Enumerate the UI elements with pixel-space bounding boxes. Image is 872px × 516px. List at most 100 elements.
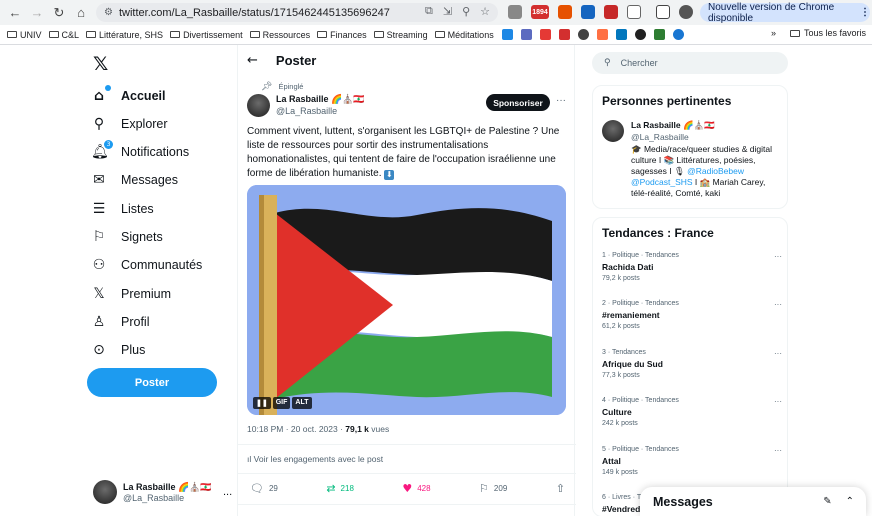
forward-arrow-icon[interactable]: → <box>26 2 48 24</box>
author-handle[interactable]: @La_Rasbaille <box>276 106 337 116</box>
nav-item-bookmarks[interactable]: ⚐ Signets <box>91 229 163 245</box>
share-button[interactable]: ⇧ <box>556 482 565 495</box>
more-dots-icon[interactable]: ··· <box>774 397 782 406</box>
avatar[interactable] <box>247 94 270 117</box>
more-dots-icon[interactable]: ··· <box>556 95 566 106</box>
bookmark-folder[interactable]: Streaming <box>373 30 428 40</box>
puzzle-icon[interactable] <box>627 5 641 19</box>
profile-avatar-icon[interactable] <box>679 5 693 19</box>
all-bookmarks-button[interactable]: Tous les favoris <box>804 28 866 38</box>
gif-badge: GIF <box>272 397 291 409</box>
open-in-window-icon[interactable]: ⧉ <box>425 5 433 18</box>
bookmark-folder[interactable]: UNIV <box>7 30 42 40</box>
account-switcher[interactable]: La Rasbaille 🌈⛪🇱🇧 @La_Rasbaille ... <box>93 480 232 504</box>
bookmark-favicon-icon[interactable] <box>653 29 665 40</box>
bookmark-favicon-icon[interactable] <box>577 29 589 40</box>
tweet-media-gif[interactable]: ❚❚ GIF ALT <box>247 185 566 415</box>
bookmark-folder[interactable]: Finances <box>317 30 367 40</box>
address-bar[interactable]: ⚙ twitter.com/La_Rasbaille/status/171546… <box>96 3 498 22</box>
person-handle[interactable]: @La_Rasbaille <box>631 132 689 142</box>
bookmark-favicon-icon[interactable] <box>596 29 608 40</box>
alt-badge[interactable]: ALT <box>292 397 312 409</box>
search-input[interactable]: ⚲ Chercher <box>592 52 788 74</box>
more-dots-icon[interactable]: ··· <box>774 252 782 261</box>
site-settings-icon[interactable]: ⚙ <box>104 7 113 18</box>
home-icon: ⌂ <box>91 85 111 104</box>
bookmark-button[interactable]: ⚐ 209 <box>479 482 507 495</box>
bookmark-folder[interactable]: Littérature, SHS <box>86 30 163 40</box>
sponsor-button[interactable]: Sponsoriser <box>486 94 550 111</box>
post-button[interactable]: Poster <box>87 368 217 397</box>
nav-item-home[interactable]: ⌂ Accueil <box>91 85 165 104</box>
new-message-icon[interactable]: ✎ <box>823 496 831 507</box>
bookmark-folder[interactable]: Ressources <box>249 30 310 40</box>
avatar[interactable] <box>602 120 624 142</box>
trend-item[interactable]: 4 · Politique · Tendances Culture 242 k … <box>602 397 782 427</box>
trend-item[interactable]: 5 · Politique · Tendances Attal 149 k po… <box>602 446 782 476</box>
search-icon: ⚲ <box>604 58 611 68</box>
bookmark-favicon-icon[interactable] <box>634 29 646 40</box>
palestine-flag-image <box>247 185 566 415</box>
home-icon[interactable]: ⌂ <box>70 2 92 24</box>
nav-item-notifications[interactable]: 🔔︎ 3 Notifications <box>91 140 189 160</box>
star-icon[interactable]: ☆ <box>480 5 490 18</box>
author-name[interactable]: La Rasbaille 🌈⛪🇱🇧 <box>276 94 365 105</box>
bookmark-folder[interactable]: Méditations <box>434 30 494 40</box>
reply-button[interactable]: 🗨︎ 29 <box>250 482 278 495</box>
like-button[interactable]: ♥ 428 <box>402 482 430 495</box>
zoom-icon[interactable]: ⚲ <box>462 5 470 18</box>
repost-button[interactable]: ⇄ 218 <box>326 482 354 495</box>
trend-item[interactable]: 2 · Politique · Tendances #remaniement 6… <box>602 300 782 330</box>
mail-extension-icon[interactable]: 1894 <box>531 5 549 19</box>
bookmark-favicon-icon[interactable] <box>520 29 532 40</box>
expand-chevron-icon[interactable]: ⌃ <box>846 496 854 507</box>
bookmark-folder[interactable]: C&L <box>48 30 79 40</box>
more-dots-icon[interactable]: ··· <box>774 349 782 358</box>
install-icon[interactable]: ⇲ <box>443 5 452 18</box>
reload-icon[interactable]: ↻ <box>48 2 70 24</box>
view-engagements-link[interactable]: ıl Voir les engagements avec le post <box>247 454 383 464</box>
nav-item-lists[interactable]: ☰ Listes <box>91 201 154 217</box>
nav-item-explore[interactable]: ⚲ Explorer <box>91 116 168 132</box>
person-name[interactable]: La Rasbaille 🌈⛪🇱🇧 <box>631 120 715 131</box>
bookmarks-overflow-button[interactable]: » <box>771 28 776 38</box>
side-panel-icon[interactable] <box>656 5 670 19</box>
notification-count-badge: 3 <box>104 140 113 149</box>
bio-link[interactable]: @RadioBebew <box>687 166 744 176</box>
chrome-update-button[interactable]: Nouvelle version de Chrome disponible ⋮ <box>700 2 870 24</box>
back-arrow-icon[interactable]: ← <box>247 53 258 68</box>
extension-icon[interactable] <box>581 5 595 19</box>
more-dots-icon[interactable]: ... <box>223 486 232 498</box>
divider <box>238 473 576 474</box>
kebab-menu-icon[interactable]: ⋮ <box>860 7 870 18</box>
nav-item-messages[interactable]: ✉ Messages <box>91 172 178 188</box>
trend-item[interactable]: 1 · Politique · Tendances Rachida Dati 7… <box>602 252 782 282</box>
bookmark-favicon-icon[interactable] <box>501 29 513 40</box>
messages-drawer[interactable]: Messages ✎ ⌃ <box>640 487 866 516</box>
back-arrow-icon[interactable]: ← <box>4 2 26 24</box>
url-text[interactable]: twitter.com/La_Rasbaille/status/17154624… <box>119 7 390 19</box>
nav-item-communities[interactable]: ⚇ Communautés <box>91 257 203 273</box>
nav-item-more[interactable]: ⊙ Plus <box>91 342 145 358</box>
trend-item[interactable]: 3 · Tendances Afrique du Sud 77,3 k post… <box>602 349 782 379</box>
bookmark-favicon-icon[interactable] <box>672 29 684 40</box>
nav-item-profile[interactable]: ♙ Profil <box>91 314 150 330</box>
extension-icon[interactable] <box>604 5 618 19</box>
bookmark-favicon-icon[interactable] <box>539 29 551 40</box>
bookmark-favicon-icon[interactable] <box>558 29 570 40</box>
extension-icon[interactable] <box>558 5 572 19</box>
bookmark-favicon-icon[interactable] <box>615 29 627 40</box>
extension-icon[interactable] <box>508 5 522 19</box>
page-title: Poster <box>275 53 317 68</box>
x-logo-icon[interactable]: 𝕏 <box>93 53 108 75</box>
bio-link[interactable]: @Podcast_SHS <box>631 177 693 187</box>
browser-toolbar: ← → ↻ ⌂ ⚙ twitter.com/La_Rasbaille/statu… <box>0 0 872 25</box>
nav-item-premium[interactable]: 𝕏 Premium <box>91 286 171 302</box>
bookmark-folder[interactable]: Divertissement <box>170 30 243 40</box>
bookmark-icon: ⚐ <box>92 229 106 245</box>
more-dots-icon[interactable]: ··· <box>774 446 782 455</box>
more-dots-icon[interactable]: ··· <box>774 300 782 309</box>
pause-icon[interactable]: ❚❚ <box>253 397 271 409</box>
folder-icon <box>48 31 59 38</box>
tweet-timestamp: 10:18 PM · 20 oct. 2023 · 79,1 k vues <box>247 424 390 434</box>
